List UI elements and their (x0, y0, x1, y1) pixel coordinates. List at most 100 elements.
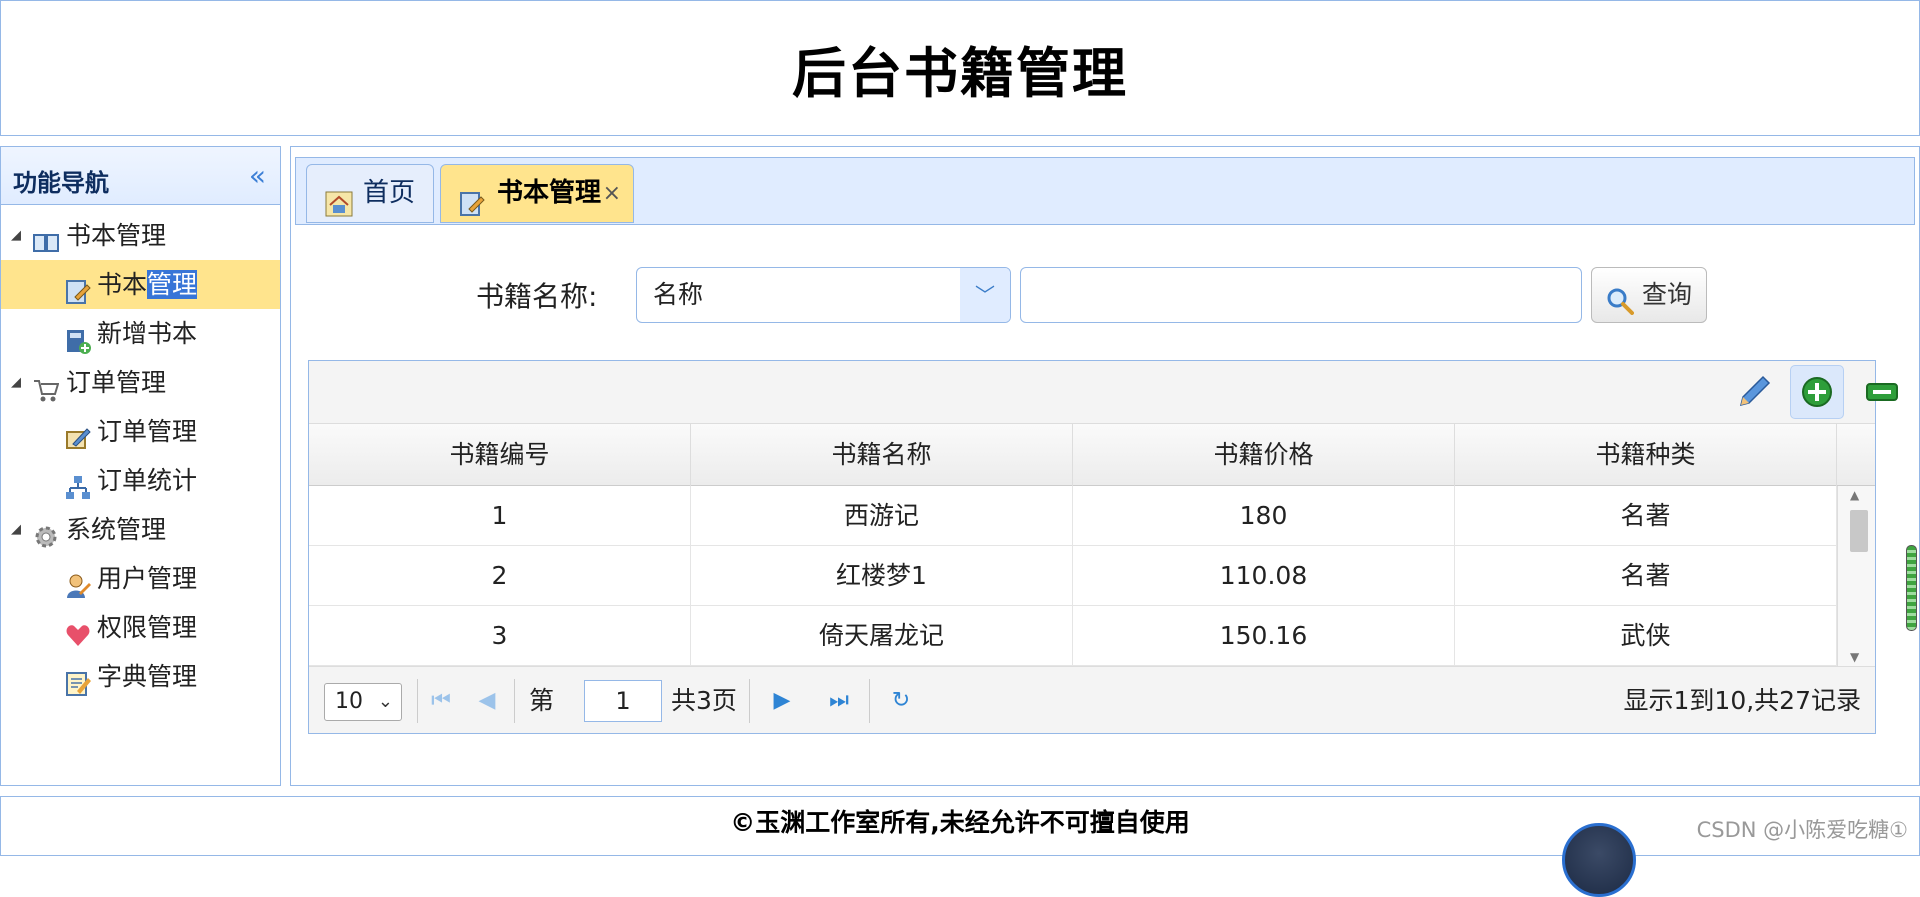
tree-expand-icon[interactable]: ◢ (11, 211, 21, 260)
grid-toolbar (309, 361, 1898, 424)
tree-node-label: 书本管理 (97, 270, 198, 299)
tree-node-permission-management[interactable]: 权限管理 (1, 603, 280, 652)
cell-book-id: 1 (309, 486, 691, 546)
table-row[interactable]: 2 红楼梦1 110.08 名著 (309, 546, 1837, 606)
content-panel: 首页 书本管理 × 书籍名称: 名称 ﹀ 查询 书籍编号 书籍名称 书籍价格 书… (290, 146, 1920, 786)
pager-separator (869, 679, 870, 723)
cell-book-id: 3 (309, 606, 691, 666)
tree-node-label: 系统管理 (66, 515, 167, 544)
chevron-down-icon: ⌄ (377, 691, 393, 712)
search-button[interactable]: 查询 (1591, 267, 1707, 323)
cell-book-name: 红楼梦1 (691, 546, 1073, 606)
scroll-thumb[interactable] (1850, 510, 1868, 552)
chevron-down-icon[interactable]: ﹀ (960, 268, 1010, 322)
pencil-icon[interactable] (1727, 365, 1781, 419)
table-header: 书籍编号 书籍名称 书籍价格 书籍种类 (309, 424, 1837, 486)
navigation-panel: 功能导航 « ◢ 书本管理 书本管理 新增书本 ◢ 订单管理 订单管理 订单统计… (0, 146, 281, 786)
tree-node-label: 订单管理 (66, 368, 167, 397)
table-row[interactable]: 3 倚天屠龙记 150.16 武侠 (309, 606, 1837, 666)
navigation-header: 功能导航 « (1, 147, 280, 205)
page-total: 共3页 (671, 686, 737, 715)
cell-book-id: 2 (309, 546, 691, 606)
tree-expand-icon[interactable]: ◢ (11, 505, 21, 554)
remove-icon[interactable] (1855, 365, 1909, 419)
tree-node-order-statistics[interactable]: 订单统计 (1, 456, 280, 505)
magnifier-icon (1606, 280, 1634, 315)
previous-page-icon[interactable]: ◀ (472, 684, 502, 718)
header-panel: 后台书籍管理 (0, 0, 1920, 136)
tree-node-label: 用户管理 (97, 564, 198, 593)
tree-expand-icon[interactable]: ◢ (11, 358, 21, 407)
tree-node-add-book[interactable]: 新增书本 (1, 309, 280, 358)
page-number-input[interactable]: 1 (584, 680, 662, 722)
page-prefix: 第 (529, 686, 555, 715)
cell-book-price: 180 (1073, 486, 1455, 546)
tab-bar: 首页 书本管理 × (295, 157, 1915, 225)
navigation-tree: ◢ 书本管理 书本管理 新增书本 ◢ 订单管理 订单管理 订单统计 ◢ 系统管理… (1, 205, 280, 701)
pagination-info: 显示1到10,共27记录 (1623, 686, 1861, 715)
csdn-watermark: CSDN @小陈爱吃糖① (1696, 818, 1908, 842)
column-header-book-id[interactable]: 书籍编号 (309, 424, 691, 486)
tab-book-management[interactable]: 书本管理 × (440, 164, 634, 223)
tab-home[interactable]: 首页 (306, 164, 434, 223)
tree-node-label: 订单管理 (97, 417, 198, 446)
page-size-value: 10 (335, 689, 363, 714)
table-row[interactable]: 1 西游记 180 名著 (309, 486, 1837, 546)
double-chevron-left-icon[interactable]: « (249, 159, 266, 192)
tree-node-book-admin[interactable]: 书本管理 (1, 260, 280, 309)
last-page-icon[interactable]: ⏭ (824, 684, 854, 718)
search-field-select[interactable]: 名称 ﹀ (636, 267, 1011, 323)
pager-separator (749, 679, 750, 723)
search-input[interactable] (1020, 267, 1582, 323)
scroll-down-icon[interactable]: ▼ (1850, 650, 1859, 664)
tree-node-book-management[interactable]: ◢ 书本管理 (1, 211, 280, 260)
close-icon[interactable]: × (603, 165, 621, 222)
org-chart-icon (65, 468, 91, 499)
column-header-book-name[interactable]: 书籍名称 (691, 424, 1073, 486)
scroll-up-icon[interactable]: ▲ (1850, 488, 1859, 502)
table-scrollbar[interactable]: ▲ ▼ (1837, 486, 1875, 666)
cell-book-name: 倚天屠龙记 (691, 606, 1073, 666)
refresh-icon[interactable]: ↻ (886, 684, 916, 718)
tree-node-dictionary-management[interactable]: 字典管理 (1, 652, 280, 701)
tab-label: 首页 (363, 178, 416, 208)
tree-node-system-management[interactable]: ◢ 系统管理 (1, 505, 280, 554)
cell-book-category: 武侠 (1455, 606, 1837, 666)
first-page-icon[interactable]: ⏮ (426, 684, 456, 718)
home-icon (325, 181, 353, 217)
tree-node-label: 字典管理 (97, 662, 198, 691)
pager-separator (514, 679, 515, 723)
column-header-book-category[interactable]: 书籍种类 (1455, 424, 1837, 486)
add-icon[interactable] (1790, 365, 1844, 419)
tree-node-label: 新增书本 (97, 319, 198, 348)
search-button-label: 查询 (1642, 280, 1693, 309)
tree-node-label: 书本管理 (66, 221, 167, 250)
table-body: 1 西游记 180 名著 2 红楼梦1 110.08 名著 3 倚天屠龙记 15… (309, 486, 1837, 666)
copyright-text: ©玉渊工作室所有,未经允许不可擅自使用 (730, 808, 1190, 837)
next-page-icon[interactable]: ▶ (767, 684, 797, 718)
cell-book-category: 名著 (1455, 546, 1837, 606)
dictionary-icon (65, 664, 91, 696)
tree-node-order-admin[interactable]: 订单管理 (1, 407, 280, 456)
cell-book-name: 西游记 (691, 486, 1073, 546)
column-header-book-price[interactable]: 书籍价格 (1073, 424, 1455, 486)
search-field-select-value: 名称 (653, 280, 704, 309)
page-size-select[interactable]: 10 ⌄ (324, 683, 402, 721)
user-icon (65, 566, 91, 598)
tree-node-label: 权限管理 (97, 613, 198, 642)
tab-label: 书本管理 (497, 178, 602, 208)
cell-book-price: 150.16 (1073, 606, 1455, 666)
cell-book-category: 名著 (1455, 486, 1837, 546)
tree-node-user-management[interactable]: 用户管理 (1, 554, 280, 603)
order-edit-icon (65, 419, 91, 449)
header-scroll-spacer (1837, 424, 1875, 486)
tree-node-order-management[interactable]: ◢ 订单管理 (1, 358, 280, 407)
avatar[interactable] (1562, 823, 1636, 897)
pagination-bar: 10 ⌄ ⏮ ◀ 第 1 共3页 ▶ ⏭ ↻ 显示1到10,共27记录 (309, 666, 1875, 733)
search-label: 书籍名称: (476, 280, 598, 313)
tree-node-label: 订单统计 (97, 466, 198, 495)
heart-icon (65, 615, 91, 646)
page-scrollbar-thumb[interactable] (1906, 545, 1917, 631)
gear-icon (33, 517, 59, 548)
add-book-icon (65, 321, 91, 354)
